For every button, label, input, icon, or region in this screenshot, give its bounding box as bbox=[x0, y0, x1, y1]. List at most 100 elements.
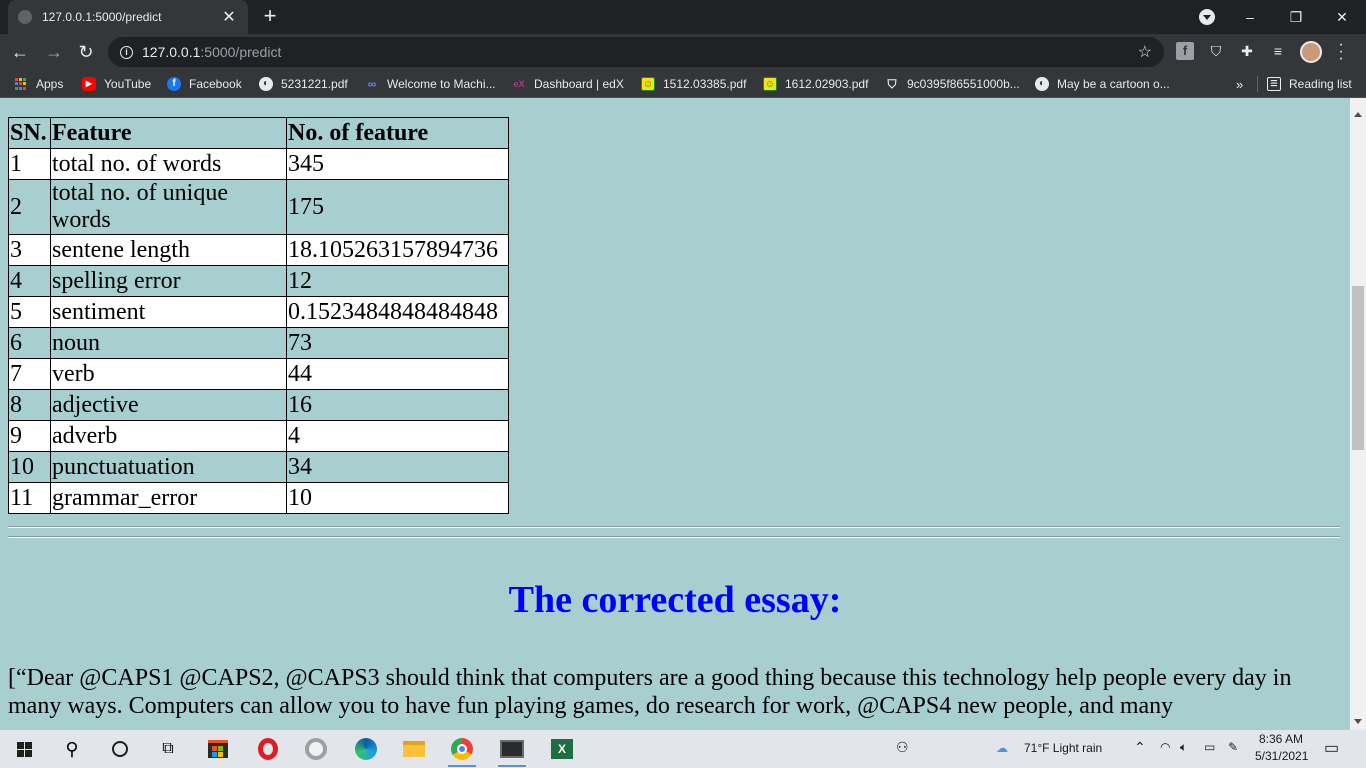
bookmark-edx[interactable]: eX Dashboard | edX bbox=[512, 76, 623, 92]
table-header-row: SN. Feature No. of feature bbox=[8, 117, 509, 149]
battery-icon[interactable]: ▭ bbox=[1204, 740, 1215, 754]
facebook-extension-icon[interactable]: f bbox=[1176, 42, 1194, 60]
clock-date[interactable]: 5/31/2021 bbox=[1255, 749, 1308, 763]
bookmark-9c0395[interactable]: ⛉ 9c0395f86551000b... bbox=[885, 76, 1020, 92]
smiley-icon: ☺ bbox=[763, 77, 777, 91]
bookmark-apps[interactable]: Apps bbox=[14, 76, 63, 92]
address-bar[interactable]: i 127.0.0.1:5000/predict ☆ bbox=[108, 37, 1164, 67]
cell-sn: 3 bbox=[8, 234, 51, 266]
scroll-up-arrow-icon[interactable] bbox=[1354, 112, 1362, 117]
notifications-icon[interactable]: ▭ bbox=[1324, 738, 1339, 758]
table-row: 9 adverb 4 bbox=[8, 420, 509, 452]
pen-icon[interactable]: ✎ bbox=[1228, 740, 1238, 754]
bookmark-pdf-5231221[interactable]: ◐ 5231221.pdf bbox=[259, 76, 348, 92]
people-icon[interactable]: ⚇ bbox=[896, 739, 909, 756]
cell-feature: sentene length bbox=[50, 234, 287, 266]
close-window-button[interactable]: ✕ bbox=[1319, 0, 1365, 34]
cortana-icon[interactable] bbox=[100, 734, 140, 764]
cell-sn: 7 bbox=[8, 358, 51, 390]
new-tab-button[interactable]: + bbox=[258, 5, 282, 29]
profile-avatar[interactable] bbox=[1300, 41, 1322, 63]
start-button[interactable] bbox=[4, 734, 44, 764]
store-icon[interactable] bbox=[198, 734, 238, 764]
weather-text[interactable]: 71°F Light rain bbox=[1024, 741, 1102, 755]
bookmark-pdf-1512[interactable]: ☺ 1512.03385.pdf bbox=[641, 76, 746, 92]
windows-taskbar: ⚲ ⧉ X ⚇ ☁ 71°F Light rain ⌃ ◠ 🔈︎ ▭ ✎ 8:3… bbox=[0, 730, 1366, 768]
cell-sn: 9 bbox=[8, 420, 51, 452]
back-arrow-icon[interactable]: ← bbox=[8, 40, 32, 64]
bookmark-youtube[interactable]: ▶ YouTube bbox=[82, 76, 151, 92]
more-bookmarks-button[interactable]: » bbox=[1236, 76, 1243, 92]
cell-sn: 10 bbox=[8, 451, 51, 483]
essay-text: [“Dear @CAPS1 @CAPS2, @CAPS3 should thin… bbox=[8, 665, 1292, 719]
bookmarks-divider bbox=[1257, 76, 1258, 92]
browser-tab[interactable]: 127.0.0.1:5000/predict ✕ bbox=[8, 0, 248, 34]
opera-gx-icon[interactable] bbox=[296, 734, 336, 764]
cell-sn: 11 bbox=[8, 482, 51, 514]
tab-close-button[interactable]: ✕ bbox=[220, 7, 238, 27]
reload-icon[interactable]: ↻ bbox=[74, 40, 98, 64]
cell-sn: 1 bbox=[8, 148, 51, 180]
wifi-icon[interactable]: ◠ bbox=[1160, 740, 1170, 754]
excel-icon[interactable]: X bbox=[542, 734, 582, 764]
bookmark-cartoon[interactable]: ◐ May be a cartoon o... bbox=[1035, 76, 1170, 92]
tag-icon: ⛉ bbox=[887, 77, 897, 91]
column-header-sn: SN. bbox=[8, 117, 51, 149]
search-icon[interactable]: ⚲ bbox=[52, 734, 92, 764]
tab-search-icon[interactable] bbox=[1199, 9, 1215, 25]
minimize-button[interactable]: – bbox=[1227, 0, 1273, 34]
menu-kebab-icon[interactable]: · · · bbox=[1336, 37, 1346, 67]
file-explorer-icon[interactable] bbox=[394, 734, 434, 764]
cell-sn: 5 bbox=[8, 296, 51, 328]
cell-feature: verb bbox=[50, 358, 287, 390]
cell-feature: total no. of unique words bbox=[50, 179, 287, 235]
browser-toolbar: ← → ↻ i 127.0.0.1:5000/predict ☆ f ⛉ ✚ ≡… bbox=[0, 34, 1366, 70]
windows-logo-icon bbox=[16, 741, 32, 757]
bookmark-machine-learning[interactable]: ∞ Welcome to Machi... bbox=[365, 76, 496, 92]
reading-list-button[interactable]: ☰ Reading list bbox=[1267, 76, 1352, 92]
page-content: SN. Feature No. of feature 1 total no. of… bbox=[0, 98, 1350, 730]
restore-button[interactable]: ❐ bbox=[1273, 0, 1319, 34]
terminal-icon[interactable] bbox=[492, 734, 532, 767]
column-header-count: No. of feature bbox=[286, 117, 509, 149]
bookmark-pdf-1612[interactable]: ☺ 1612.02903.pdf bbox=[763, 76, 868, 92]
task-view-icon[interactable]: ⧉ bbox=[148, 734, 188, 764]
url-host: 127.0.0.1 bbox=[142, 44, 201, 60]
cell-sn: 4 bbox=[8, 265, 51, 297]
bookmark-label: 9c0395f86551000b... bbox=[907, 77, 1020, 91]
volume-icon[interactable]: 🔈︎ bbox=[1180, 740, 1187, 755]
clock-time[interactable]: 8:36 AM bbox=[1259, 732, 1303, 746]
table-row: 5 sentiment 0.1523484848484848 bbox=[8, 296, 509, 328]
scroll-down-arrow-icon[interactable] bbox=[1354, 719, 1362, 724]
bookmark-label: Welcome to Machi... bbox=[387, 77, 496, 91]
cell-value: 34 bbox=[286, 451, 509, 483]
cell-sn: 6 bbox=[8, 327, 51, 359]
bookmark-facebook[interactable]: f Facebook bbox=[167, 76, 242, 92]
tab-title: 127.0.0.1:5000/predict bbox=[42, 10, 162, 24]
scroll-thumb[interactable] bbox=[1352, 286, 1364, 450]
cell-sn: 2 bbox=[8, 179, 51, 235]
table-row: 2 total no. of unique words 175 bbox=[8, 179, 509, 235]
reading-list-label: Reading list bbox=[1289, 77, 1352, 91]
edge-icon[interactable] bbox=[346, 734, 386, 764]
table-row: 4 spelling error 12 bbox=[8, 265, 509, 297]
cell-value: 175 bbox=[286, 179, 509, 235]
cell-value: 16 bbox=[286, 389, 509, 421]
bookmark-star-icon[interactable]: ☆ bbox=[1138, 42, 1152, 62]
puzzle-extensions-icon[interactable]: ✚ bbox=[1238, 42, 1256, 60]
table-row: 3 sentene length 18.105263157894736 bbox=[8, 234, 509, 266]
info-icon[interactable]: i bbox=[120, 45, 133, 59]
bookmark-label: Apps bbox=[36, 77, 64, 91]
forward-arrow-icon[interactable]: → bbox=[42, 40, 66, 64]
facebook-icon: f bbox=[167, 77, 181, 91]
chrome-icon[interactable] bbox=[442, 734, 482, 767]
cell-feature: adverb bbox=[50, 420, 287, 452]
shield-extension-icon[interactable]: ⛉ bbox=[1207, 42, 1225, 60]
coursera-icon: ∞ bbox=[367, 77, 377, 91]
bookmark-label: 5231221.pdf bbox=[281, 77, 348, 91]
media-control-icon[interactable]: ≡ bbox=[1269, 42, 1287, 60]
opera-icon[interactable] bbox=[248, 734, 288, 764]
show-hidden-icons-chevron-icon[interactable]: ⌃ bbox=[1134, 739, 1146, 756]
edx-icon: eX bbox=[513, 79, 525, 89]
page-scrollbar[interactable] bbox=[1350, 98, 1366, 730]
